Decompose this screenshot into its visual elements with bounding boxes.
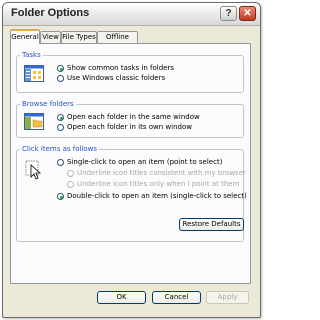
same-window-label[interactable]: Open each folder in the same window bbox=[67, 113, 200, 122]
tasks-group-label: Tasks bbox=[20, 51, 43, 59]
ok-button[interactable]: OK bbox=[97, 291, 146, 304]
single-click-radio[interactable] bbox=[57, 159, 64, 166]
close-button[interactable]: ✕ bbox=[239, 6, 256, 21]
tasks-view-icon bbox=[24, 65, 44, 82]
use-classic-folders-label[interactable]: Use Windows classic folders bbox=[67, 74, 165, 83]
underline-browser-label: Underline icon titles consistent with my… bbox=[77, 169, 246, 177]
general-tab-panel: Tasks Show common tasks in folders Use W… bbox=[10, 43, 251, 284]
title-bar[interactable]: Folder Options ? ✕ bbox=[3, 3, 260, 26]
same-window-radio[interactable] bbox=[57, 114, 64, 121]
tab-general[interactable]: General bbox=[10, 29, 40, 44]
underline-browser-radio[interactable] bbox=[67, 170, 74, 177]
window-title: Folder Options bbox=[11, 7, 90, 19]
double-click-label[interactable]: Double-click to open an item (single-cli… bbox=[67, 192, 247, 201]
show-common-tasks-label[interactable]: Show common tasks in folders bbox=[67, 64, 174, 73]
browse-folders-group-label: Browse folders bbox=[20, 100, 76, 108]
cancel-button[interactable]: Cancel bbox=[152, 291, 201, 304]
underline-point-radio[interactable] bbox=[67, 181, 74, 188]
help-button[interactable]: ? bbox=[220, 6, 237, 21]
show-common-tasks-radio[interactable] bbox=[57, 65, 64, 72]
underline-point-label: Underline icon titles only when I point … bbox=[77, 180, 240, 188]
double-click-radio[interactable] bbox=[57, 193, 64, 200]
tab-view[interactable]: View bbox=[40, 31, 61, 43]
click-pointer-icon bbox=[25, 160, 42, 180]
apply-button[interactable]: Apply bbox=[206, 291, 249, 304]
own-window-radio[interactable] bbox=[57, 124, 64, 131]
tab-file-types[interactable]: File Types bbox=[61, 31, 97, 43]
restore-defaults-button[interactable]: Restore Defaults bbox=[179, 218, 244, 231]
browse-folders-icon bbox=[24, 113, 44, 130]
tab-offline-files[interactable]: Offline Files bbox=[97, 31, 138, 52]
folder-options-window: Folder Options ? ✕ General View File Typ… bbox=[2, 2, 261, 318]
use-classic-folders-radio[interactable] bbox=[57, 75, 64, 82]
click-items-group-label: Click items as follows bbox=[20, 145, 100, 153]
single-click-label[interactable]: Single-click to open an item (point to s… bbox=[67, 158, 222, 167]
own-window-label[interactable]: Open each folder in its own window bbox=[67, 123, 192, 132]
